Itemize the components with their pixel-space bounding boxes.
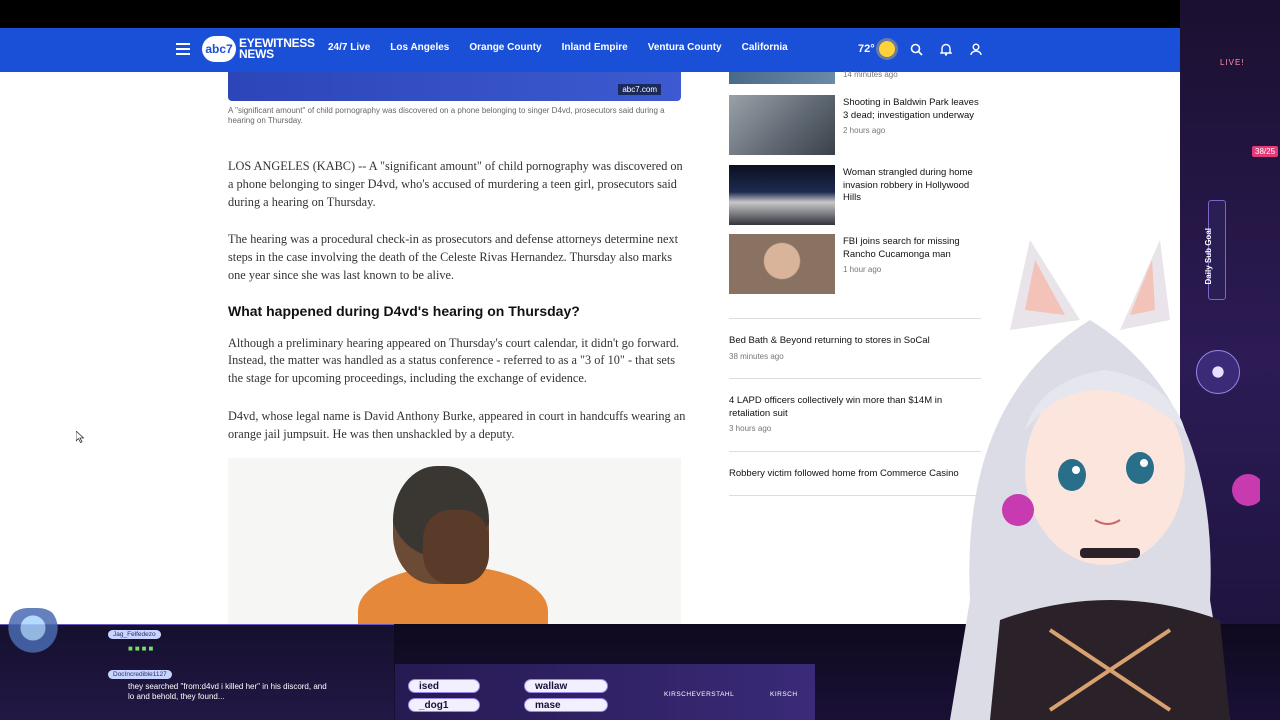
article-paragraph-2: The hearing was a procedural check-in as… (228, 232, 679, 282)
ticker-pill: _dog1 (408, 698, 480, 712)
vtuber-avatar-image (950, 240, 1260, 720)
ticker-pill: ised (408, 679, 480, 693)
chat-username: DocIncredible1127 (108, 670, 172, 679)
search-icon[interactable] (908, 40, 924, 58)
article-paragraph-3: Although a preliminary hearing appeared … (228, 335, 680, 386)
nav-link-orange-county[interactable]: Orange County (469, 42, 541, 53)
hero-watermark: abc7.com (618, 84, 661, 95)
article-subheading: What happened during D4vd's hearing on T… (228, 302, 580, 319)
story-thumbnail (729, 165, 835, 225)
social-handle-twitter: KIRSCHEVERSTAHL (664, 691, 735, 698)
story-time: 1 hour ago (843, 265, 882, 274)
chat-username: Jag_Felfedezo (108, 630, 161, 639)
ticker-pill: mase (524, 698, 608, 712)
nav-link-los-angeles[interactable]: Los Angeles (390, 42, 449, 53)
courtroom-sketch-image (228, 458, 681, 624)
weather-widget[interactable]: 72° (858, 41, 895, 57)
story-thumbnail (729, 234, 835, 294)
menu-icon[interactable] (176, 43, 190, 55)
sub-goal-count: 38/25 (1252, 146, 1279, 157)
ticker-pill: wallaw (524, 679, 608, 693)
temperature: 72° (858, 43, 875, 55)
article-body: LOS ANGELES (KABC) -- A "significant amo… (228, 158, 688, 464)
story-title: Woman strangled during home invasion rob… (843, 167, 973, 203)
nav-links: 24/7 Live Los Angeles Orange County Inla… (328, 42, 808, 53)
story-title: Shooting in Baldwin Park leaves 3 dead; … (843, 97, 979, 121)
live-label: LIVE! (1220, 58, 1245, 67)
cat-mascot-icon (6, 608, 60, 658)
account-icon[interactable] (968, 40, 984, 58)
bell-icon[interactable] (938, 40, 954, 58)
logo-badge: abc7 (202, 36, 236, 62)
article-paragraph-4: D4vd, whose legal name is David Anthony … (228, 408, 686, 441)
article-paragraph-1: LOS ANGELES (KABC) -- A "significant amo… (228, 159, 683, 209)
nav-link-ventura-county[interactable]: Ventura County (648, 42, 722, 53)
chat-message: they searched "from:d4vd i killed her" i… (128, 682, 327, 701)
sun-icon (878, 41, 895, 57)
social-handle-discord: KIRSCH (770, 691, 798, 698)
nav-link-inland-empire[interactable]: Inland Empire (562, 42, 628, 53)
story-time-top: 14 minutes ago (843, 70, 898, 79)
site-logo[interactable]: abc7 EYEWITNESS NEWS (202, 36, 315, 62)
site-nav: abc7 EYEWITNESS NEWS 24/7 Live Los Angel… (0, 28, 1180, 72)
sidebar-story[interactable]: Woman strangled during home invasion rob… (729, 165, 981, 225)
sketch-face (423, 510, 489, 584)
nav-icons (908, 40, 984, 58)
logo-line2: NEWS (239, 47, 274, 61)
sidebar-story[interactable]: Shooting in Baldwin Park leaves 3 dead; … (729, 95, 981, 155)
nav-link-california[interactable]: California (742, 42, 788, 53)
story-thumbnail (729, 95, 835, 155)
story-thumbnail-top[interactable] (729, 72, 835, 84)
logo-text: EYEWITNESS NEWS (239, 37, 315, 61)
mouse-cursor-icon (76, 431, 84, 443)
hero-image: abc7.com (228, 72, 681, 101)
hero-caption: A "significant amount" of child pornogra… (228, 106, 665, 125)
nav-link-live[interactable]: 24/7 Live (328, 42, 370, 53)
story-time: 2 hours ago (843, 126, 886, 135)
browser-top-strip (0, 0, 1280, 28)
chat-emotes: ■■■■ (128, 644, 156, 653)
